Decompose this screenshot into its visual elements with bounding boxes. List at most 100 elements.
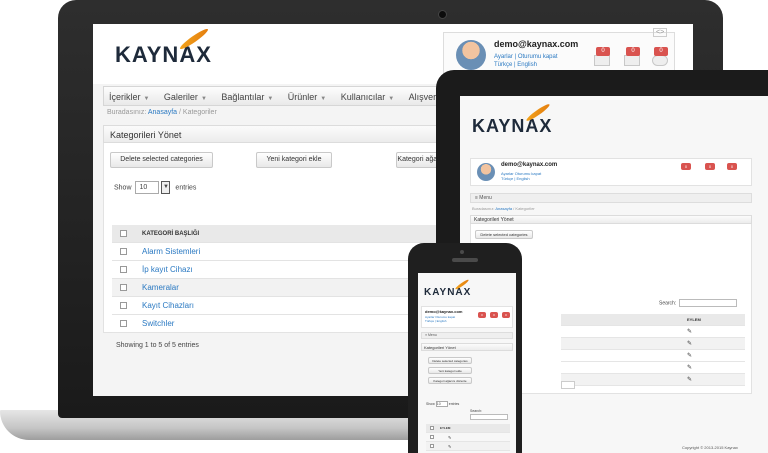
row-checkbox[interactable] bbox=[120, 320, 127, 327]
row-checkbox[interactable] bbox=[430, 435, 434, 439]
edit-icon[interactable]: ✎ bbox=[687, 329, 693, 335]
edit-icon[interactable]: ✎ bbox=[448, 444, 454, 450]
search-input[interactable] bbox=[679, 299, 738, 307]
chevron-down-icon: ▼ bbox=[267, 96, 274, 102]
table-row: ✎ bbox=[561, 338, 745, 350]
lang-en-link[interactable]: English bbox=[517, 62, 537, 68]
mobile-menu-toggle[interactable]: ≡ Menu bbox=[421, 332, 513, 339]
kaynax-logo[interactable]: KAYNAX bbox=[472, 102, 552, 137]
page-length-select[interactable]: 10 bbox=[135, 181, 160, 194]
panel-title: Kategorileri Yönet bbox=[421, 343, 513, 351]
mail-badge: 0 bbox=[681, 163, 691, 170]
mobile-menu-toggle[interactable]: ≡ Menu bbox=[470, 193, 752, 203]
menu-item-icerikler[interactable]: İçerikler ▼ bbox=[104, 88, 154, 108]
column-title[interactable]: KATEGORİ BAŞLIĞI bbox=[142, 225, 199, 243]
menu-item-urunler[interactable]: Ürünler ▼ bbox=[283, 88, 331, 108]
kaynax-logo[interactable]: KAYNAX bbox=[115, 26, 212, 68]
kaynax-logo[interactable]: KAYNAX bbox=[424, 278, 471, 298]
chevron-down-icon: ▼ bbox=[143, 96, 150, 102]
orders-badge: 0 bbox=[626, 47, 640, 56]
chevron-down-icon: ▼ bbox=[200, 96, 207, 102]
new-category-button[interactable]: Yeni kategori ekle bbox=[256, 152, 332, 168]
laptop-camera bbox=[438, 10, 447, 19]
search-control: Search: bbox=[470, 409, 508, 420]
category-link[interactable]: Kameralar bbox=[142, 279, 179, 297]
select-all-checkbox[interactable] bbox=[120, 230, 127, 237]
row-checkbox[interactable] bbox=[430, 444, 434, 448]
categories-table: EYLEM ✎ ✎ ✎ ✎ ✎ bbox=[561, 314, 745, 386]
lang-tr-link[interactable]: Türkçe bbox=[494, 62, 512, 68]
user-email: demo@kaynax.com bbox=[501, 162, 558, 168]
orders-icon[interactable] bbox=[624, 55, 640, 66]
table-header: EYLEM bbox=[426, 424, 510, 433]
page-length-control: Show 10 ▼ entries bbox=[114, 181, 196, 194]
panel-title: Kategorileri Yönet bbox=[470, 215, 752, 224]
delete-selected-button[interactable]: Delete selected categories bbox=[110, 152, 213, 168]
breadcrumb-home-link[interactable]: Anasayfa bbox=[148, 109, 177, 116]
table-row: Alarm Sistemleri bbox=[112, 243, 442, 261]
column-action: EYLEM bbox=[440, 426, 451, 430]
delete-selected-button[interactable]: Delete selected categories bbox=[428, 357, 472, 364]
row-checkbox[interactable] bbox=[120, 266, 127, 273]
table-row: ✎ bbox=[561, 362, 745, 374]
chevron-down-icon: ▼ bbox=[320, 96, 327, 102]
menu-item-kullanicilar[interactable]: Kullanıcılar ▼ bbox=[336, 88, 399, 108]
table-row: İp kayıt Cihazı bbox=[112, 261, 442, 279]
table-row: Switchler bbox=[112, 315, 442, 333]
categories-table: EYLEM ✎ ✎ ✎ bbox=[426, 424, 510, 453]
mail-icon[interactable] bbox=[594, 55, 610, 66]
settings-link[interactable]: Ayarlar bbox=[494, 54, 513, 60]
avatar bbox=[456, 40, 486, 70]
phone-camera bbox=[460, 250, 464, 254]
search-control: Search: bbox=[659, 299, 738, 307]
breadcrumb: Buradasınız: Anasayfa / Kategoriler bbox=[472, 206, 535, 211]
category-link[interactable]: Kayıt Cihazları bbox=[142, 297, 194, 315]
category-link[interactable]: İp kayıt Cihazı bbox=[142, 261, 193, 279]
orders-badge: 0 bbox=[705, 163, 715, 170]
row-checkbox[interactable] bbox=[120, 284, 127, 291]
page-length-control: Show 10 entries bbox=[426, 401, 460, 407]
category-link[interactable]: Alarm Sistemleri bbox=[142, 243, 200, 261]
table-row: ✎ bbox=[561, 374, 745, 386]
new-category-button[interactable]: Yeni kategori ekle bbox=[428, 367, 472, 374]
comments-badge: 0 bbox=[727, 163, 737, 170]
orders-badge: 0 bbox=[490, 312, 498, 318]
edit-icon[interactable]: ✎ bbox=[687, 377, 693, 383]
pagination[interactable] bbox=[561, 381, 575, 389]
collapse-toggle[interactable]: <> bbox=[653, 28, 668, 37]
breadcrumb: Buradasınız: Anasayfa / Kategoriler bbox=[107, 109, 217, 116]
user-links: Ayarlar Oturumu kapat Türkçe | English bbox=[501, 171, 542, 181]
row-checkbox[interactable] bbox=[120, 248, 127, 255]
row-checkbox[interactable] bbox=[120, 302, 127, 309]
footer-copyright: Copyright © 2013-2015 Kaynax bbox=[682, 445, 738, 450]
chevron-down-icon: ▼ bbox=[388, 96, 395, 102]
phone-screen: KAYNAX demo@kaynax.com Ayarlar Oturumu k… bbox=[418, 273, 516, 453]
search-input[interactable] bbox=[470, 414, 508, 420]
menu-item-galeriler[interactable]: Galeriler ▼ bbox=[159, 88, 212, 108]
logout-link[interactable]: Oturumu kapat bbox=[518, 54, 558, 60]
mail-badge: 0 bbox=[478, 312, 486, 318]
comments-icon[interactable] bbox=[652, 55, 668, 66]
page-length-select[interactable]: 10 bbox=[435, 401, 448, 407]
category-link[interactable]: Switchler bbox=[142, 315, 174, 333]
menu-item-baglantilar[interactable]: Bağlantılar ▼ bbox=[216, 88, 278, 108]
table-row: Kameralar bbox=[112, 279, 442, 297]
categories-table: KATEGORİ BAŞLIĞI Alarm Sistemleri İp kay… bbox=[112, 225, 442, 333]
user-email: demo@kaynax.com bbox=[425, 309, 463, 314]
edit-icon[interactable]: ✎ bbox=[687, 365, 693, 371]
edit-icon[interactable]: ✎ bbox=[687, 353, 693, 359]
user-links: Ayarlar Oturumu kapat Türkçe | English bbox=[425, 315, 456, 323]
chevron-down-icon[interactable]: ▼ bbox=[161, 181, 171, 194]
table-header: EYLEM bbox=[561, 314, 745, 326]
table-row: ✎ bbox=[426, 442, 510, 451]
avatar bbox=[477, 163, 495, 181]
user-panel: demo@kaynax.com Ayarlar Oturumu kapat Tü… bbox=[470, 158, 752, 186]
delete-selected-button[interactable]: Delete selected categories bbox=[475, 230, 533, 239]
edit-icon[interactable]: ✎ bbox=[687, 341, 693, 347]
edit-icon[interactable]: ✎ bbox=[448, 435, 454, 441]
select-all-checkbox[interactable] bbox=[430, 426, 434, 430]
user-links: Ayarlar | Oturumu kapat Türkçe | English bbox=[494, 54, 558, 68]
category-tree-button[interactable]: Kategori ağacını düzenle bbox=[428, 377, 472, 384]
user-email: demo@kaynax.com bbox=[494, 39, 579, 49]
column-action: EYLEM bbox=[687, 317, 701, 322]
